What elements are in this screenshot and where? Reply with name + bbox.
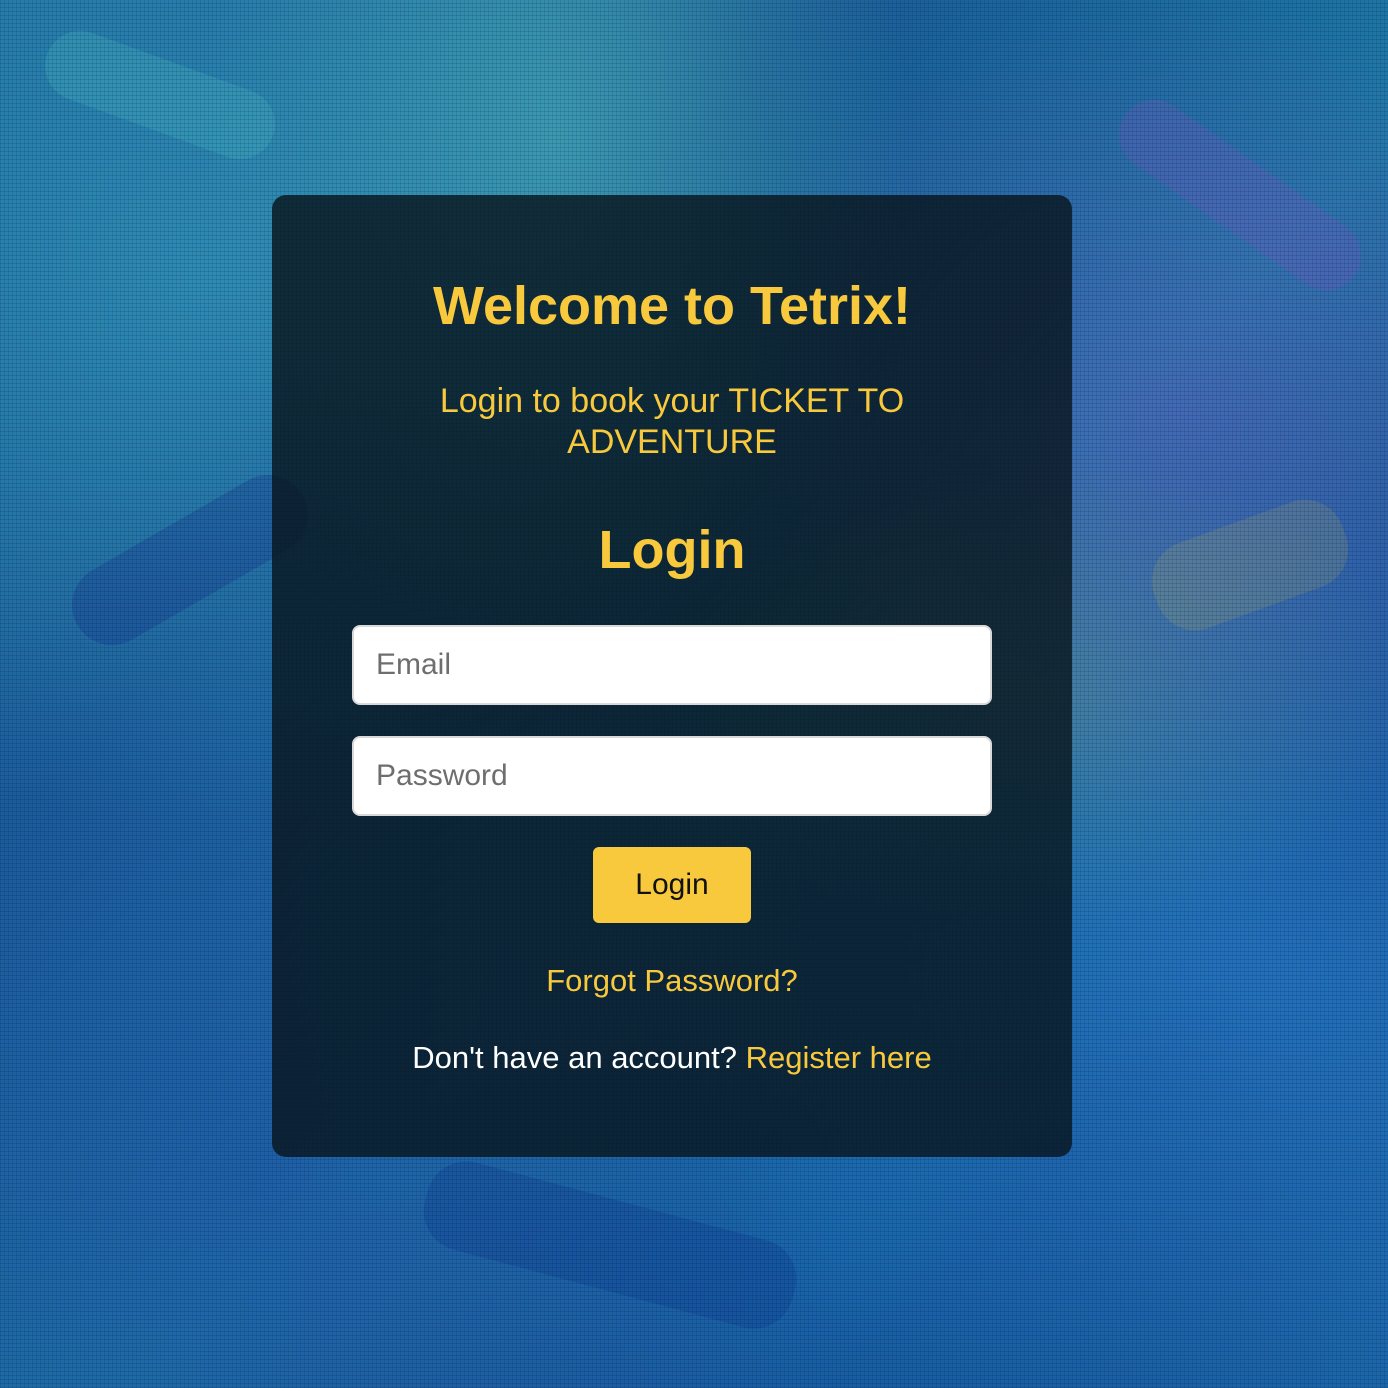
register-link[interactable]: Register here bbox=[746, 1040, 932, 1075]
register-prompt-text: Don't have an account? bbox=[412, 1040, 738, 1075]
login-button[interactable]: Login bbox=[593, 847, 751, 923]
welcome-title: Welcome to Tetrix! bbox=[432, 276, 912, 336]
welcome-subtitle: Login to book your TICKET TO ADVENTURE bbox=[439, 382, 905, 461]
login-card: Welcome to Tetrix! Login to book your TI… bbox=[272, 195, 1072, 1157]
password-field[interactable] bbox=[352, 736, 992, 816]
register-prompt-line: Don't have an account? Register here bbox=[272, 1040, 1072, 1076]
login-heading: Login bbox=[598, 520, 746, 580]
email-field[interactable] bbox=[352, 625, 992, 705]
forgot-password-link[interactable]: Forgot Password? bbox=[272, 963, 1072, 999]
